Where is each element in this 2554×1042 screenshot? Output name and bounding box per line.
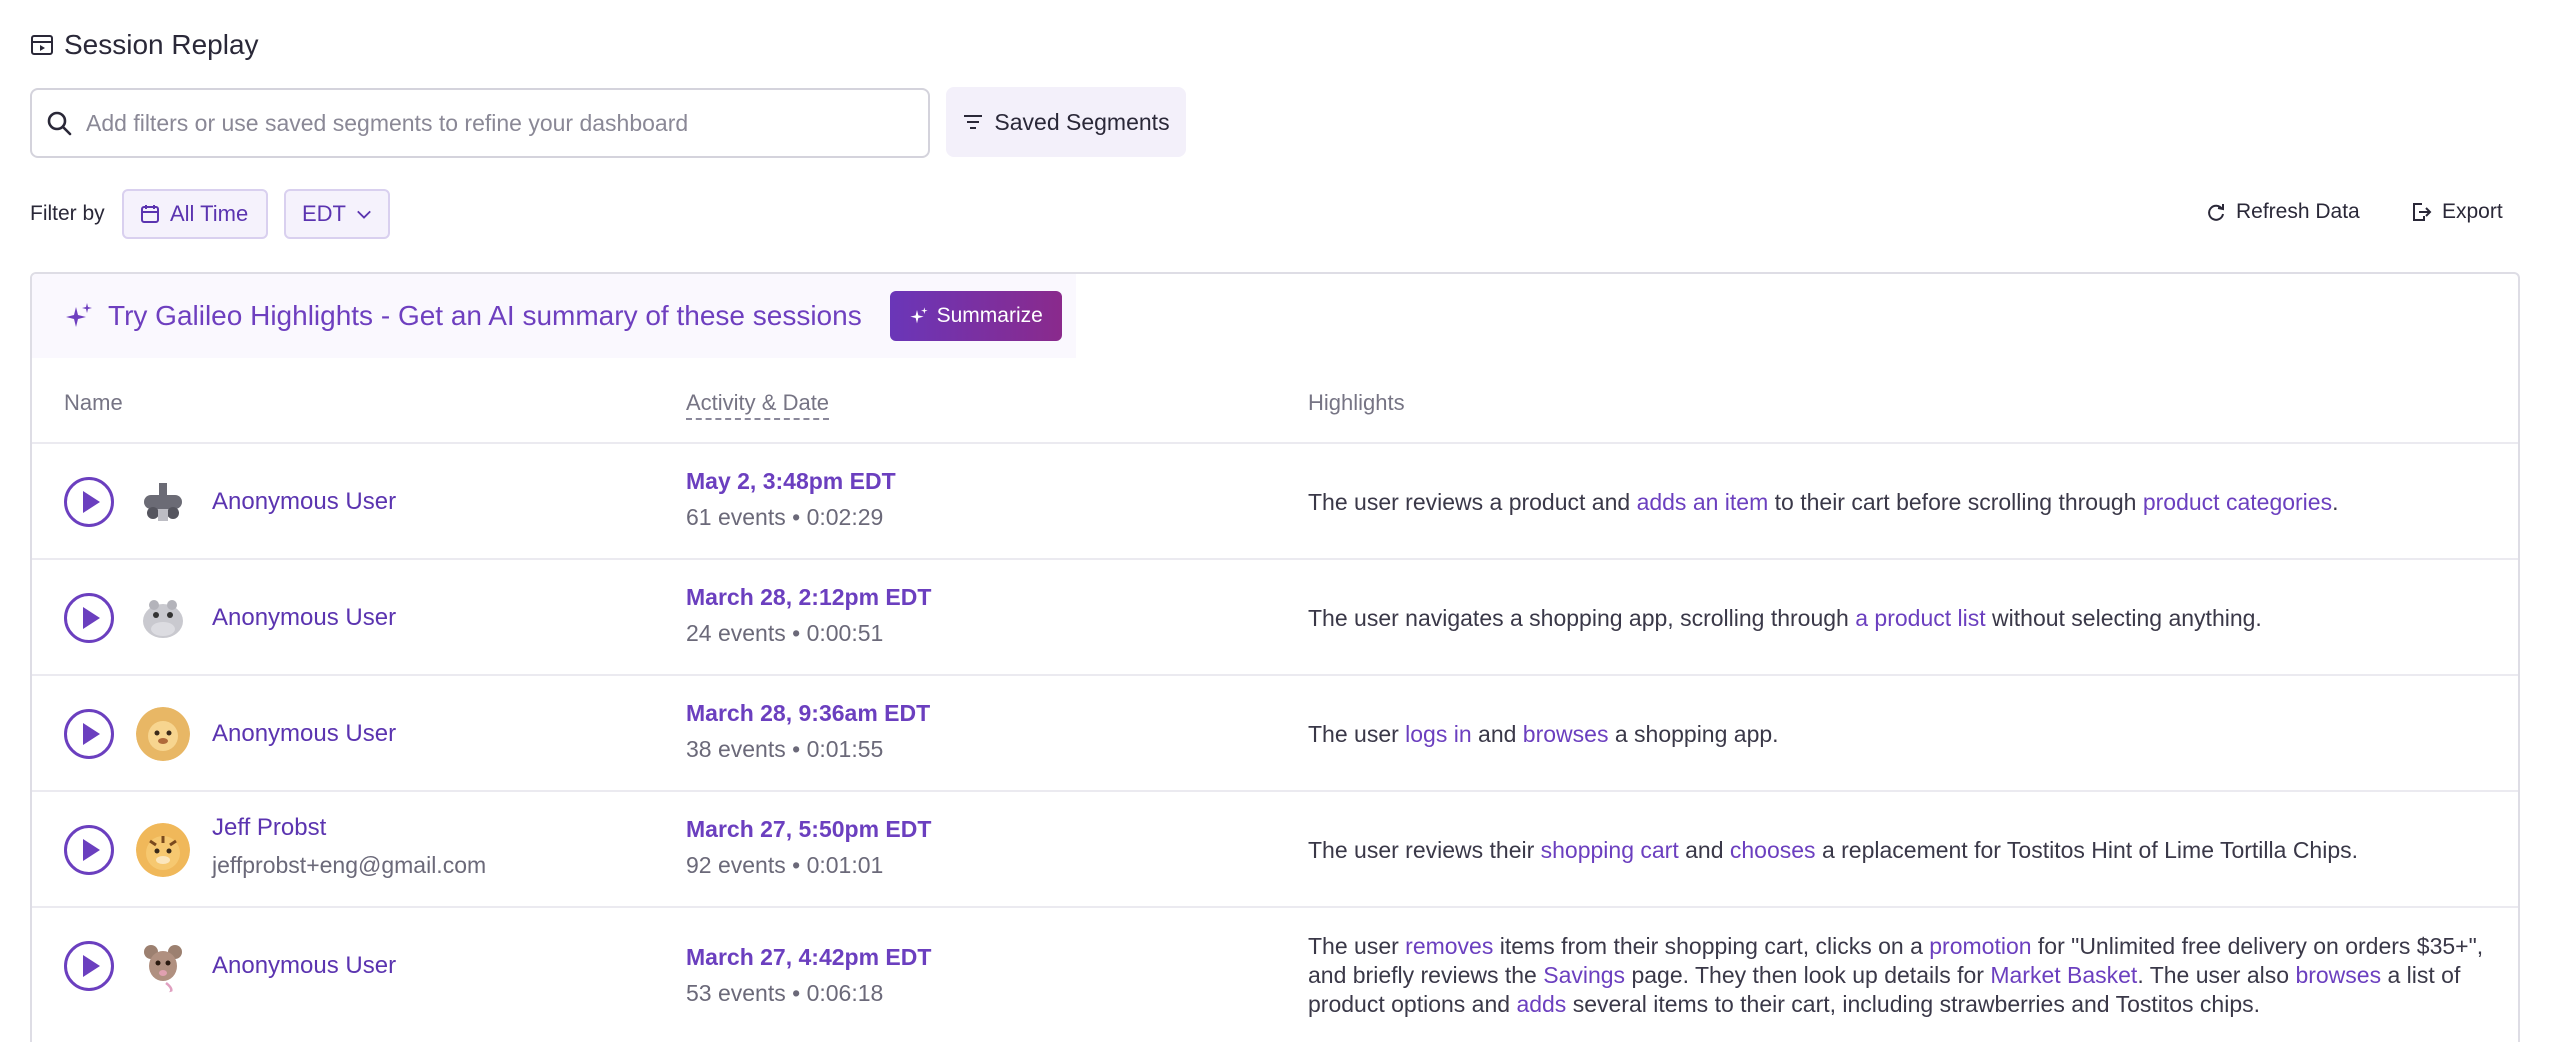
page-title: Session Replay [64,29,259,60]
highlight-link[interactable]: a product list [1855,605,1985,631]
user-email: jeffprobst+eng@gmail.com [212,852,487,878]
timezone-label: EDT [302,201,346,226]
session-row[interactable]: Anonymous User March 27, 4:42pm EDT 53 eve… [32,906,2518,1022]
filter-label: Filter by [30,202,105,225]
replay-icon [31,35,53,55]
session-date[interactable]: May 2, 3:48pm EDT [686,468,896,495]
highlight-text: without selecting anything. [1985,605,2262,631]
highlight-link[interactable]: Market Basket [1990,962,2137,988]
sparkle-icon [909,307,928,324]
column-header-name[interactable]: Name [64,390,123,416]
hippo-avatar [136,591,190,645]
highlight-text: The user reviews a product and [1308,489,1637,515]
highlight-link[interactable]: browses [2295,962,2381,988]
highlight-link[interactable]: product categories [2143,489,2332,515]
play-session-button[interactable] [64,941,114,991]
highlight-text: The user reviews their [1308,837,1541,863]
filter-icon [964,115,983,129]
highlight-link[interactable]: chooses [1730,837,1816,863]
saved-segments-button[interactable]: Saved Segments [946,87,1186,157]
time-range-button[interactable]: All Time [122,189,268,239]
highlight-link[interactable]: promotion [1929,933,2031,959]
session-highlight: The user logs in and browses a shopping … [1308,720,2508,749]
search-icon [47,111,72,136]
highlight-link[interactable]: logs in [1405,721,1471,747]
session-meta: 38 events • 0:01:55 [686,736,884,762]
highlight-text: a replacement for Tostitos Hint of Lime … [1815,837,2359,863]
highlight-text: a shopping app. [1608,721,1779,747]
saved-segments-label: Saved Segments [994,108,1170,135]
highlight-link[interactable]: Savings [1543,962,1625,988]
highlight-text: . [2332,489,2339,515]
highlight-link[interactable]: removes [1405,933,1493,959]
user-name[interactable]: Anonymous User [212,488,396,516]
highlight-text: to their cart before scrolling through [1768,489,2143,515]
robot-avatar [136,475,190,529]
play-session-button[interactable] [64,709,114,759]
highlight-link[interactable]: browses [1523,721,1609,747]
export-label: Export [2442,200,2503,223]
ai-summary-text: Try Galileo Highlights - Get an AI summa… [108,300,862,331]
highlight-link[interactable]: adds [1516,991,1566,1017]
highlight-link[interactable]: shopping cart [1541,837,1679,863]
highlight-text: The user [1308,721,1406,747]
export-button[interactable]: Export [2410,200,2503,224]
ai-summary-banner: Try Galileo Highlights - Get an AI summa… [32,274,1076,358]
timezone-dropdown[interactable]: EDT [284,189,390,239]
session-row[interactable]: Jeff Probst jeffprobst+eng@gmail.com March… [32,790,2518,906]
refresh-icon [2208,204,2224,221]
lion-avatar [136,707,190,761]
session-highlight: The user navigates a shopping app, scrol… [1308,604,2508,633]
chevron-down-icon [357,210,371,219]
summarize-label: Summarize [936,304,1043,327]
session-meta: 24 events • 0:00:51 [686,620,884,646]
summarize-button[interactable]: Summarize [889,291,1062,341]
session-meta: 92 events • 0:01:01 [686,852,884,878]
search-input[interactable] [86,109,906,137]
user-name[interactable]: Anonymous User [212,720,396,748]
session-highlight: The user reviews a product and adds an i… [1308,488,2508,517]
search-bar[interactable] [30,88,930,158]
highlight-text: and [1678,837,1730,863]
refresh-data-label: Refresh Data [2236,200,2360,223]
user-name[interactable]: Jeff Probst [212,814,326,842]
session-highlight: The user removes items from their shoppi… [1308,932,2508,1019]
time-range-label: All Time [170,201,249,226]
sessions-panel: Try Galileo Highlights - Get an AI summa… [30,272,2520,1042]
sparkle-icon [66,303,92,327]
session-row[interactable]: Anonymous User March 28, 2:12pm EDT 24 eve… [32,558,2518,674]
highlight-text: The user [1308,933,1406,959]
session-meta: 53 events • 0:06:18 [686,980,884,1006]
highlight-text: several items to their cart, including s… [1566,991,2261,1017]
session-date[interactable]: March 27, 5:50pm EDT [686,816,931,843]
highlight-text: The user navigates a shopping app, scrol… [1308,605,1856,631]
rat-avatar [136,939,190,993]
page-header: Session Replay [30,28,259,62]
highlight-text: . The user also [2137,962,2296,988]
session-date[interactable]: March 28, 2:12pm EDT [686,584,931,611]
calendar-icon [141,205,159,223]
play-session-button[interactable] [64,477,114,527]
column-header-highlights: Highlights [1308,390,1405,415]
session-meta: 61 events • 0:02:29 [686,504,884,530]
session-date[interactable]: March 27, 4:42pm EDT [686,944,931,971]
refresh-data-button[interactable]: Refresh Data [2206,200,2360,224]
user-name[interactable]: Anonymous User [212,952,396,980]
user-name[interactable]: Anonymous User [212,604,396,632]
play-session-button[interactable] [64,593,114,643]
highlight-text: items from their shopping cart, clicks o… [1493,933,1930,959]
highlight-text: page. They then look up details for [1625,962,1991,988]
highlight-text: and [1471,721,1523,747]
export-icon [2413,203,2432,221]
tiger-avatar [136,823,190,877]
session-row[interactable]: Anonymous User May 2, 3:48pm EDT 61 events… [32,442,2518,558]
column-header-activity[interactable]: Activity & Date [686,390,830,420]
play-session-button[interactable] [64,825,114,875]
session-date[interactable]: March 28, 9:36am EDT [686,700,930,727]
session-row[interactable]: Anonymous User March 28, 9:36am EDT 38 eve… [32,674,2518,790]
highlight-link[interactable]: adds an item [1637,489,1769,515]
session-highlight: The user reviews their shopping cart and… [1308,836,2508,865]
